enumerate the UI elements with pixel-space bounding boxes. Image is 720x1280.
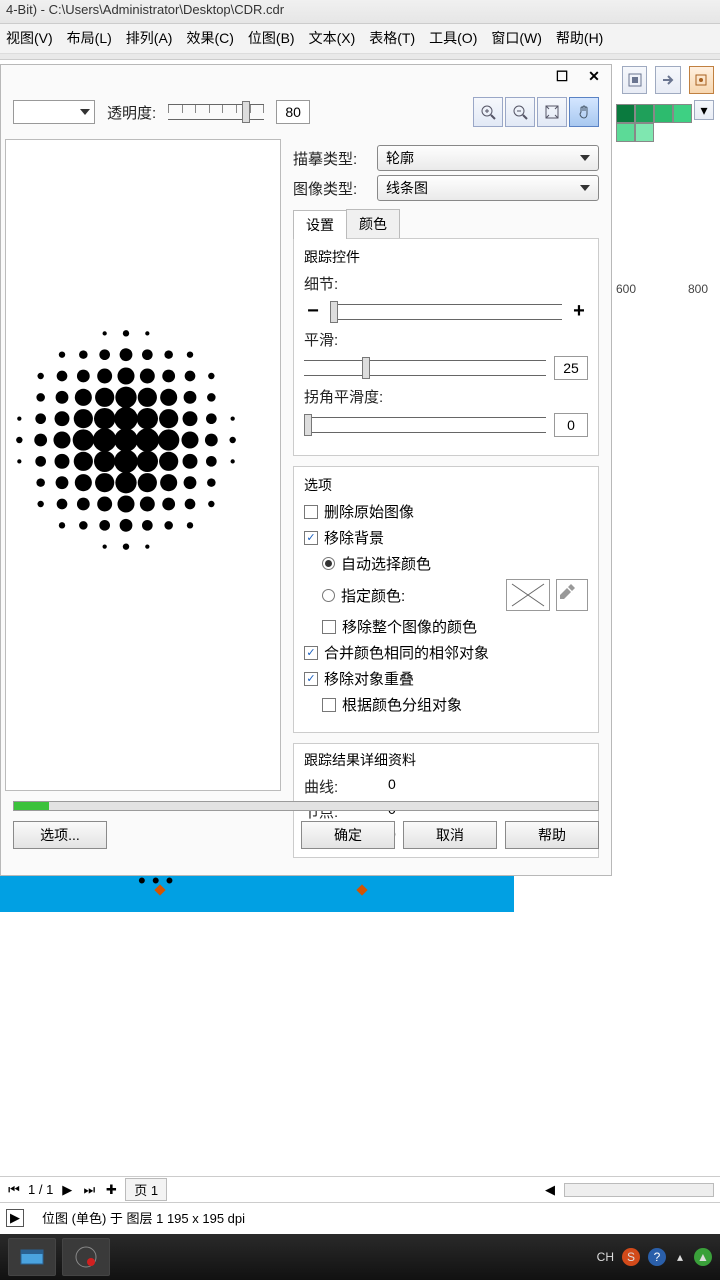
add-page-icon[interactable]: ✚	[103, 1182, 119, 1198]
halftone-preview	[0, 280, 286, 600]
results-title: 跟踪结果详细资料	[304, 750, 588, 770]
lbl-group-by-color: 根据颜色分组对象	[342, 694, 462, 715]
detail-minus-icon[interactable]: −	[304, 300, 322, 323]
menu-tools[interactable]: 工具(O)	[429, 28, 477, 49]
corner-slider[interactable]	[304, 417, 546, 433]
detail-plus-icon[interactable]: +	[570, 300, 588, 323]
menu-window[interactable]: 窗口(W)	[491, 28, 542, 49]
play-icon[interactable]: ▶	[6, 1209, 24, 1227]
trace-dialog: ☐ ✕ 透明度: 80	[0, 64, 612, 876]
chk-remove-bg[interactable]: ✓	[304, 531, 318, 545]
lbl-remove-overlap: 移除对象重叠	[324, 668, 414, 689]
zoom-out-icon[interactable]	[505, 97, 535, 127]
color-palette[interactable]	[616, 104, 694, 142]
trace-controls-title: 跟踪控件	[304, 247, 588, 267]
corner-value[interactable]: 0	[554, 413, 588, 437]
menu-view[interactable]: 视图(V)	[6, 28, 53, 49]
chk-merge-adjacent[interactable]: ✓	[304, 646, 318, 660]
detail-label: 细节:	[304, 273, 588, 294]
tab-color[interactable]: 颜色	[346, 209, 400, 238]
image-type-select[interactable]: 线条图	[377, 175, 599, 201]
menu-effects[interactable]: 效果(C)	[186, 28, 233, 49]
opacity-slider[interactable]	[168, 104, 264, 120]
pan-hand-icon[interactable]	[569, 97, 599, 127]
progress-bar	[13, 801, 599, 811]
preview-mode-select[interactable]	[13, 100, 95, 124]
cancel-button[interactable]: 取消	[403, 821, 497, 849]
menu-bitmap[interactable]: 位图(B)	[248, 28, 295, 49]
menu-layout[interactable]: 布局(L)	[67, 28, 112, 49]
ruler-horizontal: 600800	[616, 282, 720, 296]
nav-first-icon[interactable]: ⏮	[6, 1182, 22, 1198]
page-navigator: ⏮ 1 / 1 ▶ ⏭ ✚ 页 1 ◀	[0, 1176, 720, 1202]
smooth-value[interactable]: 25	[554, 356, 588, 380]
corner-label: 拐角平滑度:	[304, 386, 588, 407]
nav-next-icon[interactable]: ▶	[59, 1182, 75, 1198]
smooth-label: 平滑:	[304, 329, 588, 350]
chk-delete-original[interactable]	[304, 505, 318, 519]
eyedropper-icon[interactable]	[556, 579, 588, 611]
dock-export-icon[interactable]	[655, 66, 680, 94]
smooth-slider[interactable]	[304, 360, 546, 376]
taskbar: CH S ? ▴ ▲	[0, 1234, 720, 1280]
close-icon[interactable]: ✕	[585, 67, 603, 85]
dock-dropdown-icon[interactable]: ▾	[694, 100, 714, 120]
opacity-value[interactable]: 80	[276, 100, 310, 124]
scroll-left-icon[interactable]: ◀	[542, 1182, 558, 1198]
lbl-delete-original: 删除原始图像	[324, 501, 414, 522]
lbl-merge-adjacent: 合并颜色相同的相邻对象	[324, 642, 489, 663]
chk-group-by-color[interactable]	[322, 698, 336, 712]
taskbar-app2[interactable]	[62, 1238, 110, 1276]
chk-remove-overlap[interactable]: ✓	[304, 672, 318, 686]
rad-spec-color[interactable]	[322, 589, 335, 602]
lbl-remove-bg: 移除背景	[324, 527, 384, 548]
taskbar-app1[interactable]	[8, 1238, 56, 1276]
trace-type-select[interactable]: 轮廓	[377, 145, 599, 171]
canvas-selection[interactable]	[0, 876, 514, 912]
options-title: 选项	[304, 475, 588, 495]
page-tab[interactable]: 页 1	[125, 1178, 167, 1201]
lbl-auto-color: 自动选择颜色	[341, 553, 431, 574]
right-dock: ▾ 600800	[616, 60, 720, 142]
page-index: 1 / 1	[28, 1182, 53, 1197]
menu-arrange[interactable]: 排列(A)	[126, 28, 173, 49]
zoom-in-icon[interactable]	[473, 97, 503, 127]
tray-lang[interactable]: CH	[597, 1250, 614, 1264]
window-title: 4-Bit) - C:\Users\Administrator\Desktop\…	[0, 0, 720, 24]
image-type-label: 图像类型:	[293, 178, 377, 199]
preview-panel[interactable]	[5, 139, 281, 791]
tray-shield-icon[interactable]: ▲	[694, 1248, 712, 1266]
tray-sogou-icon[interactable]: S	[622, 1248, 640, 1266]
options-button[interactable]: 选项...	[13, 821, 107, 849]
curves-value: 0	[388, 776, 396, 797]
trace-type-label: 描摹类型:	[293, 148, 377, 169]
status-text: 位图 (单色) 于 图层 1 195 x 195 dpi	[42, 1208, 245, 1227]
menu-help[interactable]: 帮助(H)	[556, 28, 603, 49]
lbl-spec-color: 指定颜色:	[341, 585, 405, 606]
opacity-label: 透明度:	[107, 102, 156, 123]
dock-macro-icon[interactable]	[689, 66, 714, 94]
detail-slider[interactable]	[330, 304, 562, 320]
color-swatch-none[interactable]	[506, 579, 550, 611]
menu-text[interactable]: 文本(X)	[309, 28, 356, 49]
nav-last-icon[interactable]: ⏭	[81, 1182, 97, 1198]
maximize-icon[interactable]: ☐	[553, 67, 571, 85]
lbl-remove-whole: 移除整个图像的颜色	[342, 616, 477, 637]
help-button[interactable]: 帮助	[505, 821, 599, 849]
rad-auto-color[interactable]	[322, 557, 335, 570]
dock-plugin-icon[interactable]	[622, 66, 647, 94]
menubar: 视图(V) 布局(L) 排列(A) 效果(C) 位图(B) 文本(X) 表格(T…	[0, 24, 720, 54]
chk-remove-whole[interactable]	[322, 620, 336, 634]
zoom-fit-icon[interactable]	[537, 97, 567, 127]
tray-help-icon[interactable]: ?	[648, 1248, 666, 1266]
tray-expand-icon[interactable]: ▴	[674, 1248, 686, 1266]
tab-settings[interactable]: 设置	[293, 210, 347, 239]
ok-button[interactable]: 确定	[301, 821, 395, 849]
menu-table[interactable]: 表格(T)	[369, 28, 415, 49]
status-bar: ▶ 位图 (单色) 于 图层 1 195 x 195 dpi	[0, 1202, 720, 1232]
